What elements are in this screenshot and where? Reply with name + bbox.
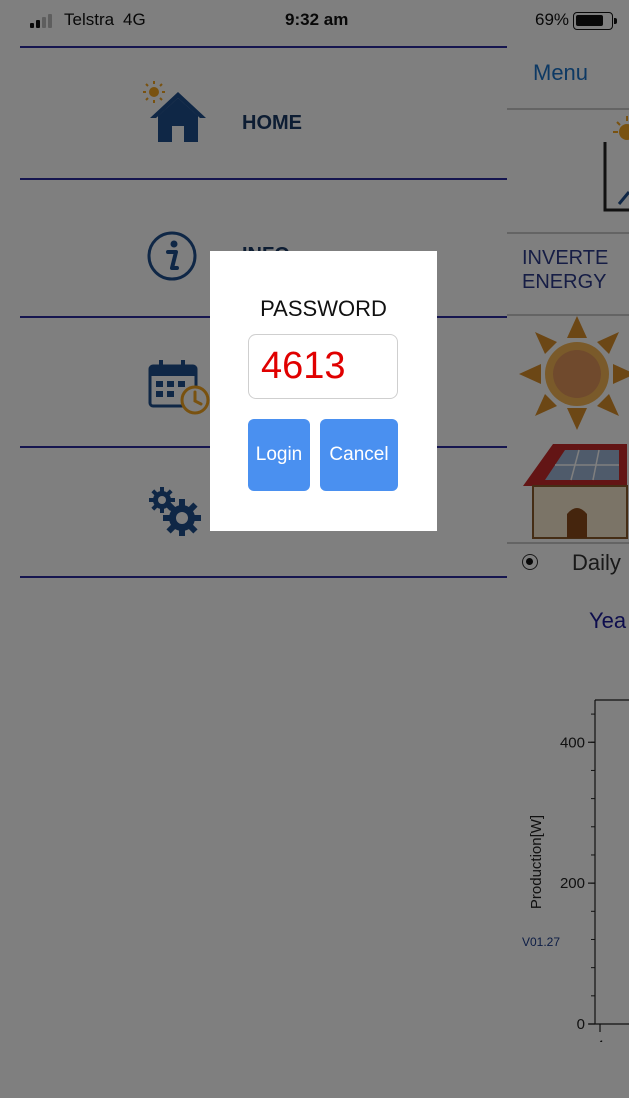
password-input[interactable] xyxy=(248,334,398,399)
login-button[interactable]: Login xyxy=(248,419,310,491)
dialog-title: PASSWORD xyxy=(260,296,387,321)
password-dialog: PASSWORD Login Cancel xyxy=(210,251,437,531)
cancel-button[interactable]: Cancel xyxy=(320,419,398,491)
modal-overlay[interactable] xyxy=(0,0,629,1098)
